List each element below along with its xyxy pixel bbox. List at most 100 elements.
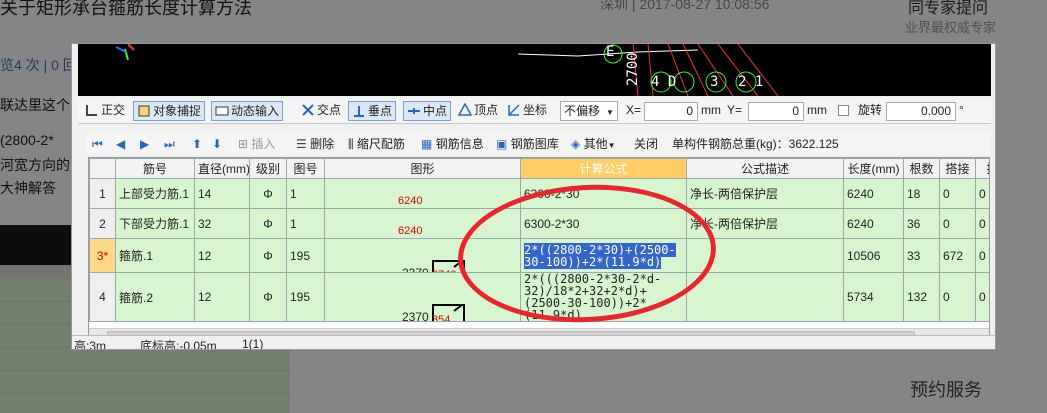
rebar-info-button[interactable]: ▦ 钢筋信息 — [421, 135, 484, 153]
object-snap-toggle[interactable]: 对象捕捉 — [133, 101, 206, 121]
coordinate-snap[interactable]: 坐标 — [504, 101, 550, 121]
column-header — [89, 158, 116, 179]
midpoint-snap[interactable]: 中点 — [403, 101, 452, 121]
rotate-checkbox[interactable] — [838, 105, 849, 116]
cell-description[interactable]: 净长-两倍保护层 — [686, 178, 844, 209]
insert-button[interactable]: ⊞ 插入 — [238, 135, 275, 153]
move-down-button[interactable]: ⬇ — [212, 135, 222, 153]
perpendicular-snap[interactable]: 垂点 — [348, 101, 397, 121]
cad-drawing-area[interactable]: E 2700 4 D 3 2 1 — [78, 44, 991, 96]
column-header-formula[interactable]: 计算公式 — [520, 158, 687, 179]
y-label: Y= — [727, 103, 743, 117]
cell-grade[interactable]: Φ — [249, 178, 287, 209]
next-icon: ▶ — [140, 137, 150, 151]
cell-bar-name[interactable]: 箍筋.1 — [115, 238, 195, 273]
column-header[interactable]: 损 — [975, 158, 989, 179]
row-index[interactable]: 1 — [89, 178, 116, 209]
cell-bar-name[interactable]: 箍筋.2 — [115, 272, 195, 322]
column-header[interactable]: 筋号 — [115, 158, 195, 179]
cell-diameter[interactable]: 12 — [194, 238, 250, 273]
cell-length[interactable]: 6240 — [843, 208, 904, 239]
cell-loss[interactable]: 0 — [975, 208, 989, 239]
shape-length-label: 354 — [432, 314, 451, 322]
cell-figure-no[interactable]: 1 — [286, 208, 325, 239]
first-icon: ⏮ — [92, 137, 103, 151]
prev-icon: ◀ — [116, 137, 126, 151]
cell-grade[interactable]: Φ — [249, 238, 287, 273]
cell-bar-name[interactable]: 下部受力筋.1 — [115, 208, 195, 239]
cell-count[interactable]: 132 — [903, 272, 940, 322]
intersection-snap[interactable]: 交点 — [298, 101, 344, 121]
cell-grade[interactable]: Φ — [249, 272, 287, 322]
shape-length-label: 6240 — [398, 194, 423, 207]
ortho-toggle[interactable]: 正交 — [82, 101, 128, 121]
column-header[interactable]: 根数 — [903, 158, 940, 179]
rotate-input[interactable]: 0.000 — [886, 102, 956, 121]
cell-diameter[interactable]: 12 — [194, 272, 250, 322]
row-index[interactable]: 3* — [89, 238, 116, 273]
column-header[interactable]: 长度(mm) — [843, 158, 904, 179]
status-bar: 高:3m 底标高:-0.05m 1(1) — [72, 335, 995, 350]
offset-select[interactable]: 不偏移 ▼ — [560, 101, 618, 121]
move-up-button[interactable]: ⬆ — [192, 135, 202, 153]
dynamic-input-toggle[interactable]: 动态输入 — [211, 101, 284, 121]
column-header[interactable]: 图号 — [286, 158, 325, 179]
cad-label: 2700 — [625, 52, 641, 86]
cell-count[interactable]: 36 — [903, 208, 940, 239]
cell-figure-no[interactable]: 1 — [286, 178, 325, 209]
cell-count[interactable]: 33 — [903, 238, 940, 273]
cell-lap[interactable]: 0 — [939, 208, 976, 239]
last-icon: ⏭ — [164, 137, 175, 151]
cell-shape[interactable]: 6240 — [324, 178, 521, 209]
row-index[interactable]: 4 — [89, 272, 116, 322]
cell-loss[interactable]: 0 — [975, 178, 989, 209]
cell-bar-name[interactable]: 上部受力筋.1 — [115, 178, 195, 209]
delete-button[interactable]: ☰ 删除 — [296, 135, 334, 153]
status-base-elevation: 底标高:-0.05m — [140, 339, 217, 350]
rebar-library-button[interactable]: ▣ 钢筋图库 — [496, 135, 559, 153]
other-menu-button[interactable]: ◈ 其他▼ — [571, 135, 616, 153]
cell-diameter[interactable]: 32 — [194, 208, 250, 239]
ortho-icon — [86, 105, 97, 116]
last-record-button[interactable]: ⏭ — [164, 135, 175, 153]
row-index[interactable]: 2 — [89, 208, 116, 239]
snap-toolbar: 正交 对象捕捉 动态输入 交点 垂点 中点 顶点 坐标 不偏移 ▼ X= 0 mm… — [78, 98, 991, 124]
column-header[interactable]: 级别 — [249, 158, 287, 179]
cell-diameter[interactable]: 14 — [194, 178, 250, 209]
cell-loss[interactable]: 0 — [975, 272, 989, 322]
table-header-row: 筋号 直径(mm) 级别 图号 图形 计算公式 公式描述 长度(mm) 根数 搭… — [89, 158, 989, 179]
vertex-icon — [458, 103, 472, 116]
cad-label: 2 1 — [738, 74, 764, 90]
shape-side-label: 2370 — [402, 265, 429, 273]
cell-length[interactable]: 6240 — [843, 178, 904, 209]
column-header[interactable]: 公式描述 — [686, 158, 844, 179]
column-header[interactable]: 直径(mm) — [194, 158, 250, 179]
cell-grade[interactable]: Φ — [249, 208, 287, 239]
midpoint-icon — [408, 108, 420, 114]
cell-length[interactable]: 10506 — [843, 238, 904, 273]
scale-icon: ⫼ — [348, 137, 354, 151]
cell-loss[interactable]: 0 — [975, 238, 989, 273]
x-input[interactable]: 0 — [644, 102, 698, 121]
cell-figure-no[interactable]: 195 — [286, 238, 325, 273]
next-record-button[interactable]: ▶ — [140, 135, 149, 153]
status-height: 高:3m — [74, 339, 107, 350]
cell-lap[interactable]: 0 — [939, 178, 976, 209]
cell-lap[interactable]: 0 — [939, 272, 976, 322]
cell-lap[interactable]: 672 — [939, 238, 976, 273]
cad-drawing — [115, 44, 779, 96]
perpendicular-icon — [354, 106, 364, 117]
column-header[interactable]: 搭接 — [939, 158, 976, 179]
shape-length-label: 6240 — [398, 224, 423, 237]
column-header[interactable]: 图形 — [324, 158, 521, 179]
y-input[interactable]: 0 — [748, 102, 804, 121]
cell-figure-no[interactable]: 195 — [286, 272, 325, 322]
first-record-button[interactable]: ⏮ — [92, 135, 103, 153]
vertex-snap[interactable]: 顶点 — [455, 101, 501, 121]
cell-length[interactable]: 5734 — [843, 272, 904, 322]
cell-count[interactable]: 18 — [903, 178, 940, 209]
close-table-button[interactable]: 关闭 — [634, 135, 658, 153]
prev-record-button[interactable]: ◀ — [116, 135, 125, 153]
cell-description[interactable] — [686, 272, 844, 322]
scale-rebar-button[interactable]: ⫼ 缩尺配筋 — [348, 135, 405, 153]
